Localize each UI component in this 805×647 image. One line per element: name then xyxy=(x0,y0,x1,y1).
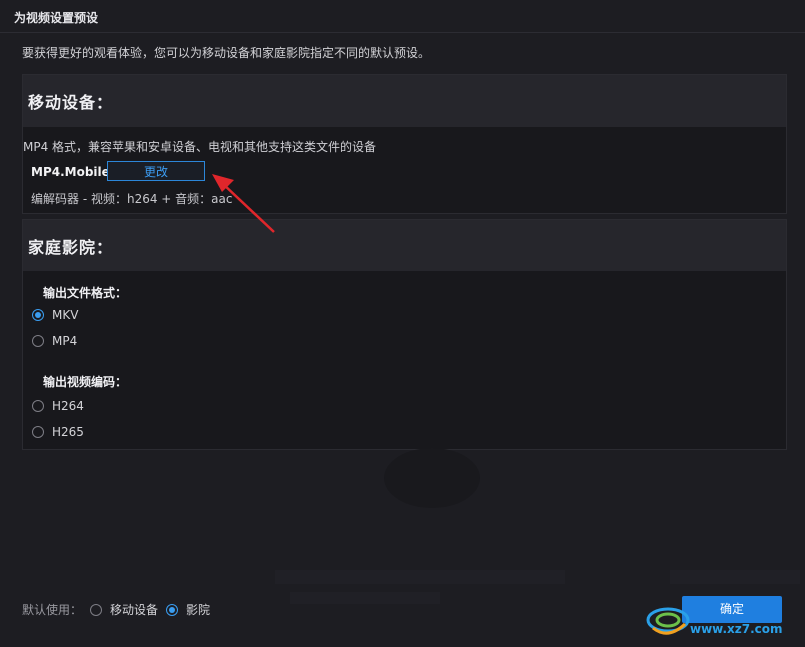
codec-option-label: H264 xyxy=(52,399,84,413)
radio-unchecked-icon xyxy=(32,400,44,412)
radio-unchecked-icon xyxy=(32,335,44,347)
home-theater-heading: 家庭影院： xyxy=(23,220,786,271)
format-option-label: MP4 xyxy=(52,334,78,348)
default-use-label: 默认使用： xyxy=(22,603,83,617)
radio-checked-icon xyxy=(166,603,179,616)
dialog-description: 要获得更好的观看体验，您可以为移动设备和家庭影院指定不同的默认预设。 xyxy=(22,46,431,60)
footer-default-selector: 默认使用： 移动设备 影院 xyxy=(22,601,218,618)
mobile-format-description: MP4 格式，兼容苹果和安卓设备、电视和其他支持这类文件的设备 xyxy=(23,140,377,154)
mobile-panel: 移动设备： MP4 格式，兼容苹果和安卓设备、电视和其他支持这类文件的设备 MP… xyxy=(22,74,787,214)
default-option-label: 移动设备 xyxy=(110,603,159,617)
default-option-mobile[interactable]: 移动设备 xyxy=(90,601,158,618)
codec-option-h265[interactable]: H265 xyxy=(32,425,84,439)
format-option-mkv[interactable]: MKV xyxy=(32,308,78,322)
watermark-url: www.xz7.com xyxy=(690,622,783,636)
home-theater-panel: 家庭影院： 输出文件格式： MKV MP4 输出视频编码： H264 H265 xyxy=(22,219,787,450)
output-codec-label: 输出视频编码： xyxy=(43,375,128,389)
mobile-preset-name: MP4.Mobile xyxy=(31,165,110,179)
output-format-label: 输出文件格式： xyxy=(43,286,128,300)
codec-option-label: H265 xyxy=(52,425,84,439)
codec-option-h264[interactable]: H264 xyxy=(32,399,84,413)
dialog-title: 为视频设置预设 xyxy=(14,11,99,25)
ok-button[interactable]: 确定 xyxy=(682,596,782,623)
format-option-label: MKV xyxy=(52,308,79,322)
mobile-codec-info: 编解码器 - 视频：h264 + 音频：aac xyxy=(31,192,233,206)
format-option-mp4[interactable]: MP4 xyxy=(32,334,77,348)
change-preset-button[interactable]: 更改 xyxy=(107,161,205,181)
radio-unchecked-icon xyxy=(32,426,44,438)
default-option-label: 影院 xyxy=(186,603,211,617)
mobile-heading: 移动设备： xyxy=(23,75,786,127)
radio-checked-icon xyxy=(32,309,44,321)
default-option-theater[interactable]: 影院 xyxy=(166,601,210,618)
radio-unchecked-icon xyxy=(90,603,103,616)
title-divider xyxy=(0,32,805,33)
